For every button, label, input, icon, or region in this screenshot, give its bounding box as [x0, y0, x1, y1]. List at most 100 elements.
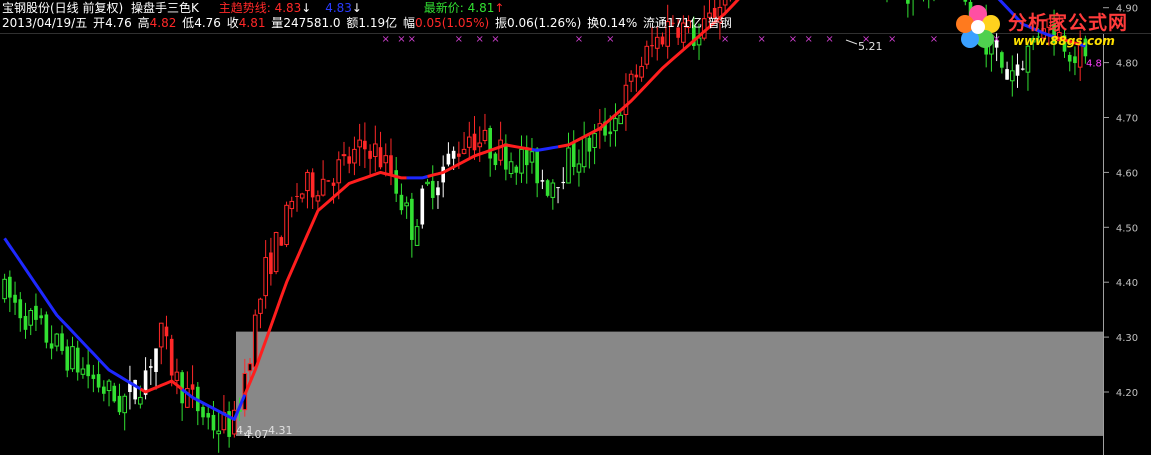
signal-marker: ×	[930, 34, 938, 45]
candle-body	[289, 200, 295, 210]
candle-body	[331, 182, 336, 186]
candle-body	[18, 299, 23, 319]
low-value: 4.76	[194, 16, 221, 30]
indicator-name: 操盘手三色K	[131, 1, 199, 15]
candle-body	[86, 364, 90, 377]
candle-body	[550, 182, 556, 198]
candle-body	[571, 142, 576, 168]
candle-body	[587, 137, 592, 152]
candle-body	[644, 45, 650, 65]
signal-marker: ×	[476, 34, 484, 45]
candle-body	[148, 366, 153, 368]
candle-body	[44, 314, 49, 343]
candle	[420, 185, 425, 229]
candle-body	[566, 147, 571, 184]
candle-body	[341, 154, 347, 157]
last-price-marker: 4.8	[1086, 59, 1102, 70]
open-value: 4.76	[105, 16, 132, 30]
trend-segment	[406, 175, 428, 180]
signal-marker: ×	[721, 34, 729, 45]
candle	[545, 178, 550, 198]
candle-body	[592, 133, 597, 149]
candle-body	[295, 195, 299, 197]
range-value: 0.05(1.05%)	[415, 16, 490, 30]
candle-body	[451, 150, 456, 159]
candle-body	[70, 346, 75, 370]
candle-body	[378, 147, 383, 168]
signal-marker: ×	[491, 34, 499, 45]
candle-body	[23, 315, 28, 330]
candle-body	[174, 371, 180, 381]
candlestick-chart[interactable]: ×××××××××××××××××× 5.105.004.904.804.704…	[0, 0, 1151, 455]
candle-body	[336, 159, 342, 184]
candle-body	[368, 150, 372, 159]
price-tick-label: 4.60	[1116, 168, 1138, 179]
candle-body	[91, 374, 96, 379]
candle-body	[383, 155, 389, 164]
volume-label: 量	[271, 16, 284, 30]
candle-body	[80, 368, 86, 375]
candle-body	[906, 0, 910, 4]
candle-body	[133, 379, 137, 400]
price-tick-label: 4.20	[1116, 388, 1138, 399]
candle-body	[634, 74, 639, 78]
candle-body	[457, 153, 461, 157]
candle-body	[504, 143, 508, 170]
candle-body	[54, 333, 60, 347]
header-line-2: 2013/04/19/五 开4.76 高4.82 低4.76 收4.81 量24…	[2, 16, 736, 31]
candle-body	[425, 181, 430, 185]
price-tick-label: 4.30	[1116, 333, 1138, 344]
candle-body	[60, 333, 64, 351]
candle-body	[206, 413, 211, 418]
signal-marker: ×	[789, 34, 797, 45]
turnover-value: 0.14%	[599, 16, 638, 30]
candle-body	[363, 140, 367, 150]
signal-marker: ×	[606, 34, 614, 45]
blue-value-label: 4.83	[325, 1, 352, 15]
candle-body	[164, 326, 169, 337]
turnover-label: 换	[587, 16, 600, 30]
candle-body	[628, 73, 634, 82]
price-tick-label: 4.40	[1116, 278, 1138, 289]
sector-name: 普钢	[707, 16, 732, 30]
signal-marker: ×	[825, 34, 833, 45]
low-label: 低	[182, 16, 195, 30]
signal-marker: ×	[397, 34, 405, 45]
candle-body	[102, 386, 106, 394]
candle-body	[2, 278, 7, 300]
candle-body	[529, 151, 535, 163]
candle-body	[49, 343, 54, 349]
candle-body	[138, 396, 143, 405]
trend-down-arrow-icon: ↓	[301, 1, 312, 15]
candle-body	[608, 131, 613, 135]
candle-body	[1009, 70, 1015, 82]
candle-body	[1015, 64, 1020, 76]
candle-body	[13, 294, 17, 303]
candle-body	[122, 395, 128, 414]
support-zone-rect	[236, 331, 1103, 436]
candle-body	[258, 298, 263, 314]
range-label: 幅	[402, 16, 415, 30]
candle-body	[493, 153, 498, 166]
candle-body	[65, 346, 70, 371]
candle-body	[519, 148, 524, 174]
candle-body	[404, 202, 409, 207]
candle-body	[8, 276, 12, 298]
candle-body	[545, 180, 550, 196]
candle-body	[441, 166, 445, 183]
candle-body	[117, 395, 122, 413]
candle-body	[722, 0, 728, 6]
candle-body	[618, 114, 624, 125]
candle-body	[305, 171, 310, 192]
float-value: 171亿	[667, 16, 702, 30]
candle-body	[436, 187, 440, 196]
close-label: 收	[226, 16, 239, 30]
candle-body	[466, 136, 472, 148]
candle-body	[310, 172, 315, 198]
site-logo[interactable]: 分析家公式网 www.88gs.com	[953, 2, 1149, 52]
signal-marker: ×	[455, 34, 463, 45]
signal-marker: ×	[804, 34, 812, 45]
candle-body	[389, 155, 393, 175]
candle-body	[34, 305, 38, 320]
candle-body	[373, 143, 378, 158]
